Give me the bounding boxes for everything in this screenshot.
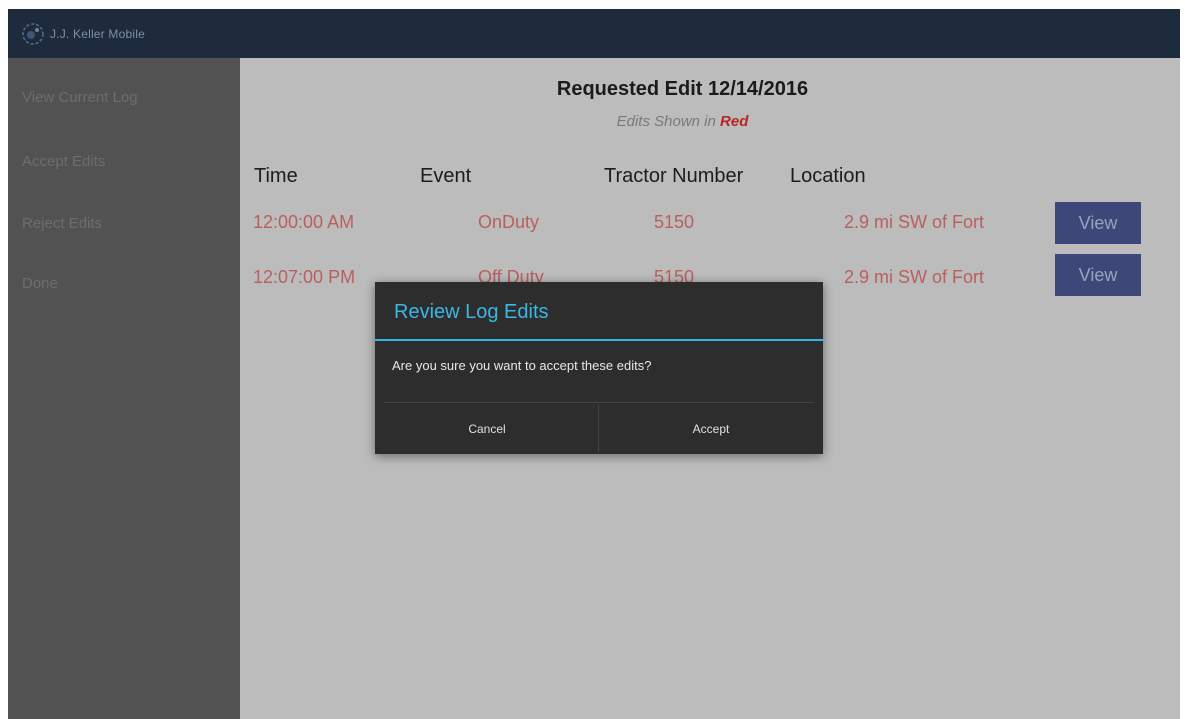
app-title: J.J. Keller Mobile [50,26,145,41]
app-bar: J.J. Keller Mobile [8,9,1180,58]
globe-icon[interactable] [20,21,46,47]
dialog-message: Are you sure you want to accept these ed… [392,358,652,373]
app-window: J.J. Keller Mobile View Current Log Acce… [8,9,1180,719]
review-edits-dialog: Review Log Edits Are you sure you want t… [375,282,823,454]
cancel-button[interactable]: Cancel [375,403,599,454]
dialog-title: Review Log Edits [394,301,549,323]
dialog-title-divider [375,339,823,341]
accept-button[interactable]: Accept [599,403,823,454]
